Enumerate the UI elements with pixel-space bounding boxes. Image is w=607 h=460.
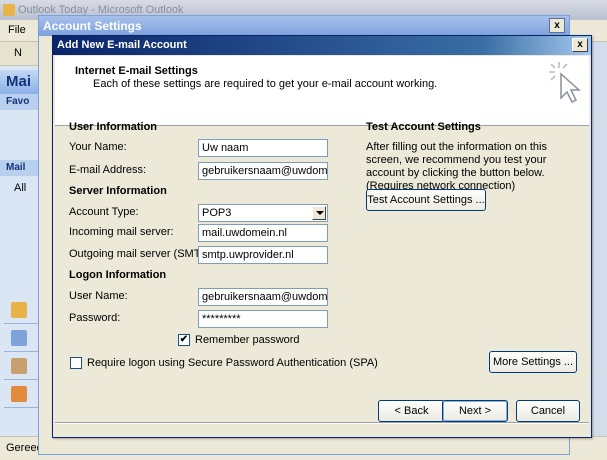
mail-icon [11,302,27,318]
menu-file[interactable]: File [8,24,26,36]
nav-contacts-button[interactable] [4,352,38,380]
incoming-server-label: Incoming mail server: [69,226,174,238]
password-input[interactable]: ********* [198,310,328,328]
logon-info-heading: Logon Information [69,269,167,281]
user-info-heading: User Information [69,121,158,133]
contacts-icon [11,358,27,374]
email-address-label: E-mail Address: [69,164,147,176]
nav-mail-button[interactable] [4,296,38,324]
password-label: Password: [69,312,121,324]
outgoing-server-label: Outgoing mail server (SMTP): [69,248,215,260]
header-description: Each of these settings are required to g… [93,78,438,90]
nav-favorites-header: Favo [0,94,42,110]
nav-mail-header: Mai [0,70,42,94]
back-button[interactable]: < Back [378,400,445,422]
incoming-server-input[interactable]: mail.uwdomein.nl [198,224,328,242]
your-name-label: Your Name: [69,141,127,153]
outlook-app-icon [3,4,15,16]
chevron-down-icon[interactable] [312,206,326,220]
account-type-label: Account Type: [69,206,139,218]
toolbar-new-button[interactable]: N [14,47,22,59]
dialog-title: Add New E-mail Account [57,39,187,51]
next-button[interactable]: Next > [442,400,508,422]
nav-tasks-button[interactable] [4,380,38,408]
your-name-input[interactable]: Uw naam [198,139,328,157]
account-type-select[interactable]: POP3 [198,204,328,222]
more-settings-button[interactable]: More Settings ... [489,351,577,373]
cancel-button[interactable]: Cancel [516,400,580,422]
user-name-label: User Name: [69,290,128,302]
test-settings-heading: Test Account Settings [366,121,481,133]
header-title: Internet E-mail Settings [75,65,198,77]
calendar-icon [11,330,27,346]
test-settings-description: After filling out the information on thi… [366,141,547,192]
navigation-pane: Mai Favo Mail All [0,66,42,436]
account-settings-title: Account Settings [43,19,142,33]
user-name-input[interactable]: gebruikersnaam@uwdomein.nl [198,288,328,306]
nav-mail-folders-header: Mail [0,160,42,176]
dialog-title-bar: Add New E-mail Account x [53,36,591,55]
nav-calendar-button[interactable] [4,324,38,352]
remember-password-checkbox[interactable]: ✔ [178,334,190,346]
email-address-input[interactable]: gebruikersnaam@uwdomein.nl [198,162,328,180]
server-info-heading: Server Information [69,185,167,197]
outgoing-server-input[interactable]: smtp.uwprovider.nl [198,246,328,264]
remember-password-label: Remember password [195,334,300,346]
nav-all-items[interactable]: All [14,182,26,194]
spa-label: Require logon using Secure Password Auth… [87,357,378,369]
account-type-value: POP3 [202,207,232,219]
spa-checkbox[interactable] [70,357,82,369]
tasks-icon [11,386,27,402]
dialog-header-banner: Internet E-mail Settings Each of these s… [55,56,589,126]
dialog-close-icon[interactable]: x [572,38,588,52]
cursor-sparkle-icon [549,62,581,104]
account-settings-close-icon[interactable]: x [549,18,565,33]
account-settings-title-bar: Account Settings x [39,16,569,36]
add-email-account-dialog: Add New E-mail Account x Internet E-mail… [52,35,592,438]
test-account-settings-button[interactable]: Test Account Settings ... [366,189,486,211]
footer-separator [55,422,589,424]
